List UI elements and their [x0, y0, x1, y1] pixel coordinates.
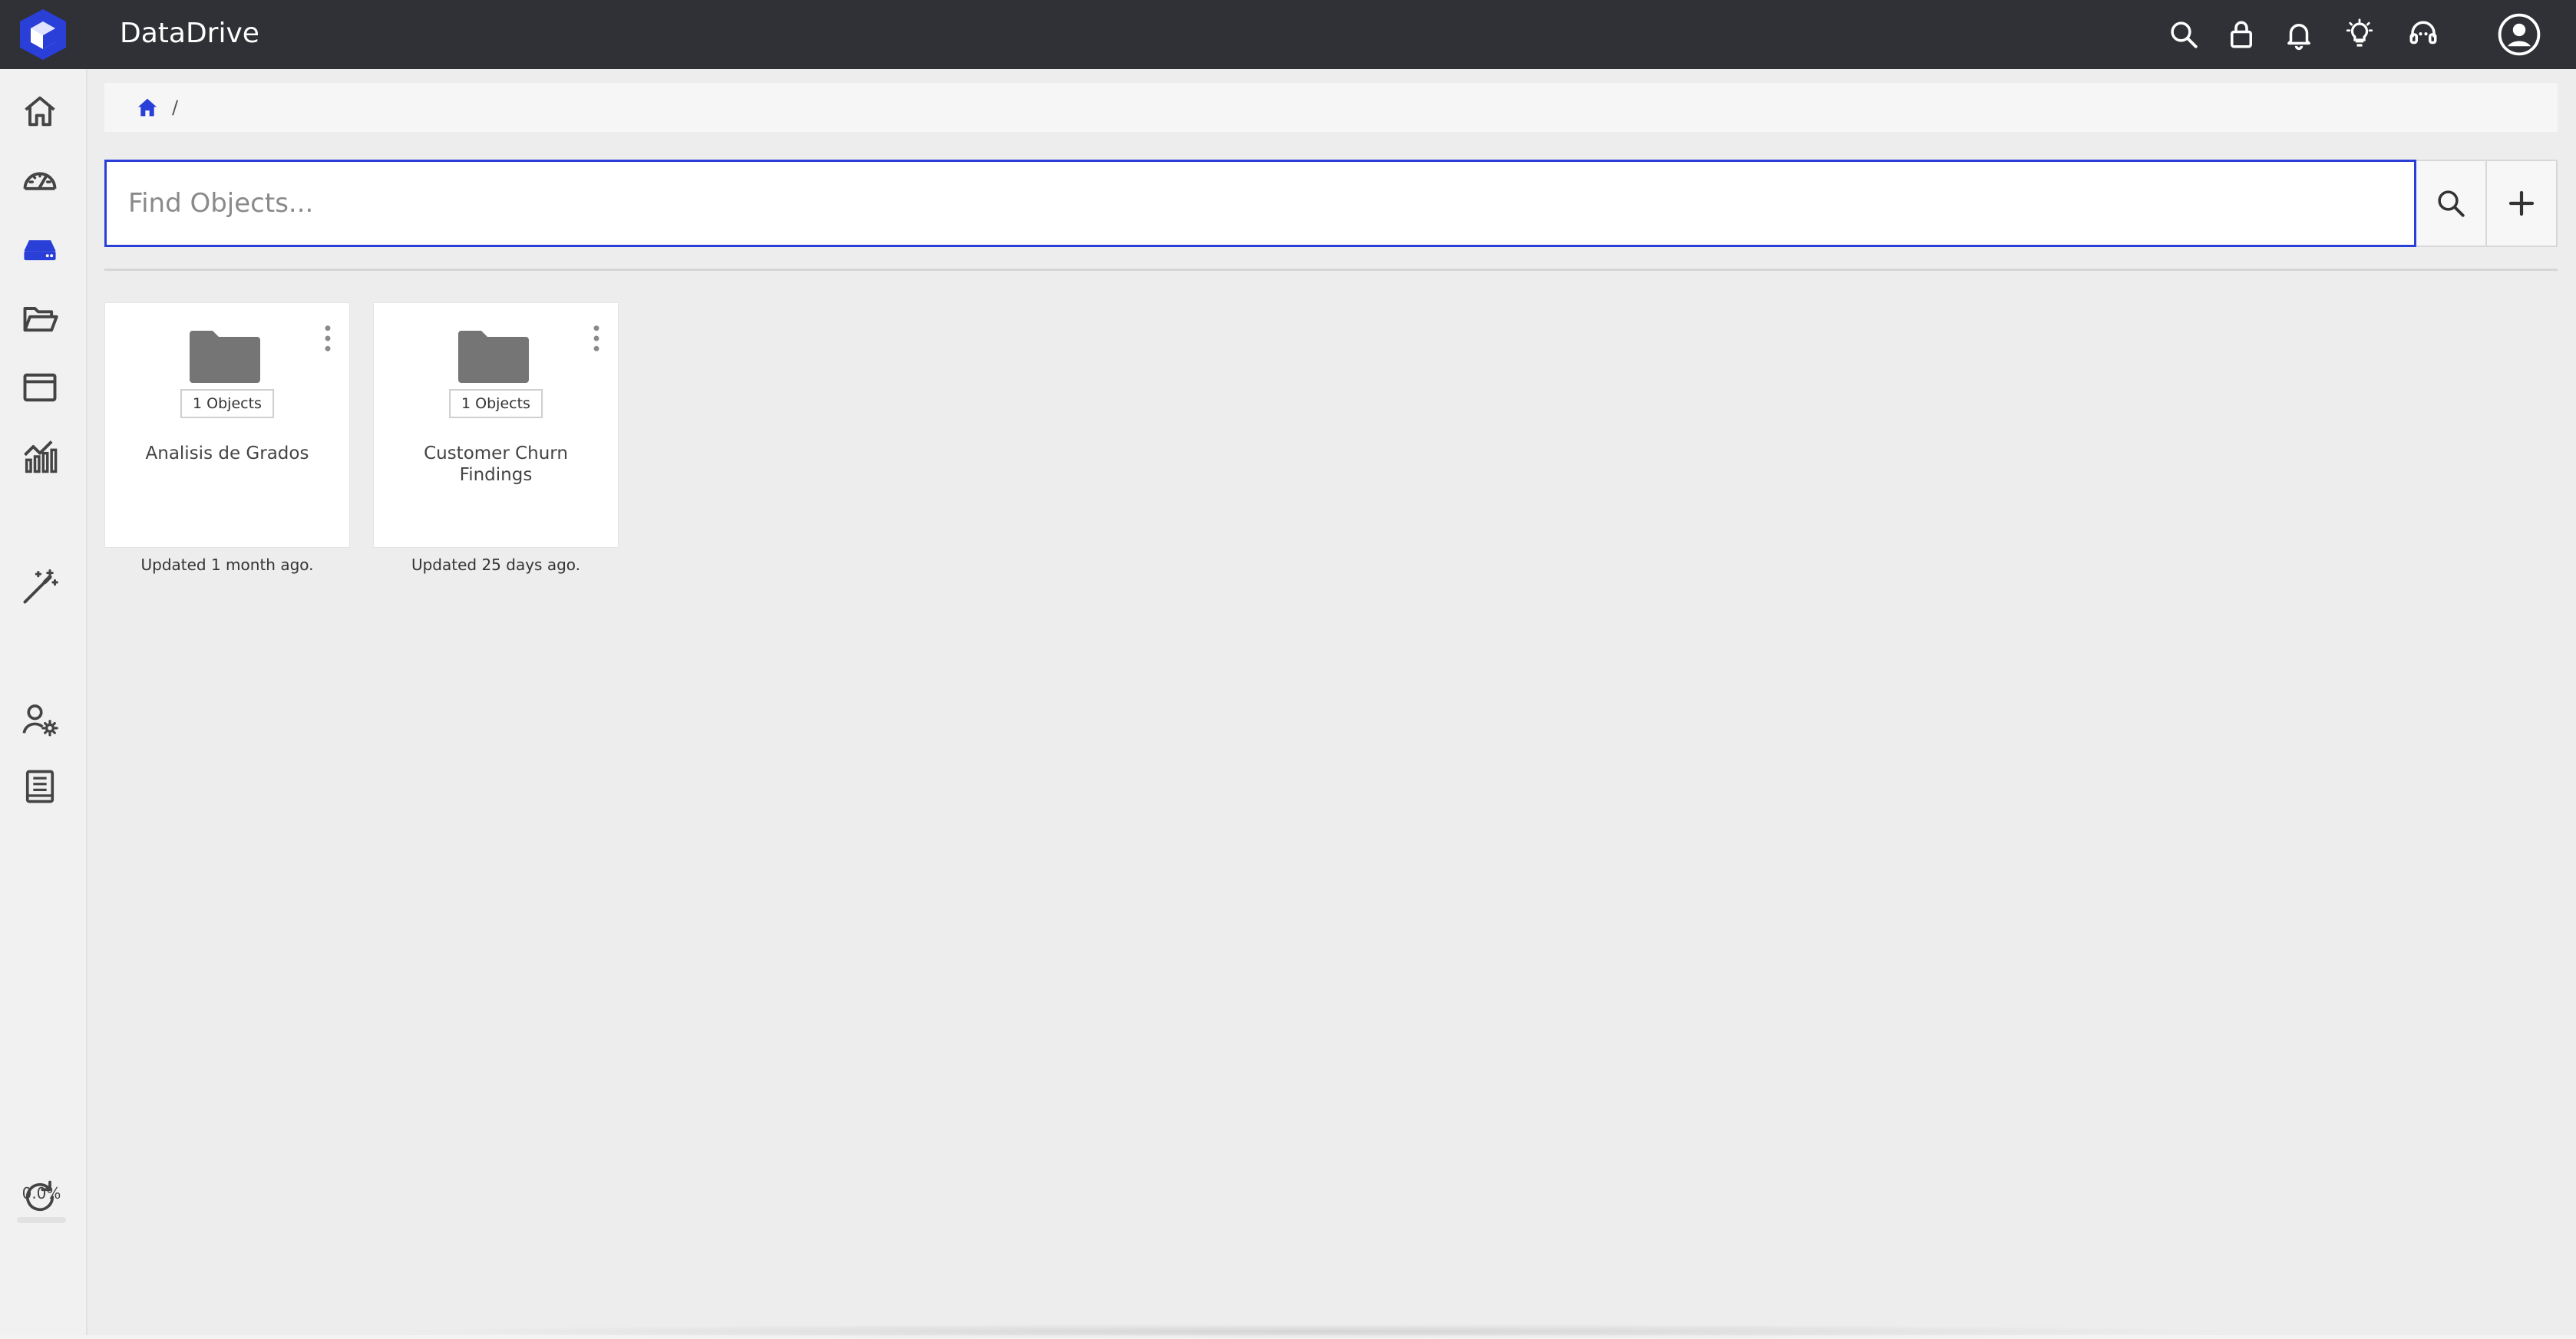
search-icon: [2438, 190, 2465, 217]
search-button[interactable]: [2416, 160, 2487, 247]
bell-icon[interactable]: [2281, 17, 2317, 52]
window-icon[interactable]: [17, 364, 63, 411]
folder-title: Analisis de Grados: [145, 444, 309, 463]
object-count-badge: 1 Objects: [449, 389, 543, 418]
progress-bar: [17, 1217, 66, 1223]
breadcrumb-separator: /: [172, 97, 179, 118]
folder-icon: [190, 331, 260, 383]
folder-title: Customer Churn Findings: [424, 444, 568, 485]
breadcrumb-home-icon[interactable]: [135, 95, 160, 120]
folder-open-icon[interactable]: [17, 295, 63, 341]
progress-label: 0.0%: [21, 1184, 61, 1202]
bottom-shadow: [379, 1324, 2252, 1339]
folder-updated-label: Updated 1 month ago.: [140, 556, 314, 574]
folder-card[interactable]: 1 Objects Customer Churn Findings: [373, 302, 619, 548]
lightbulb-icon[interactable]: [2342, 17, 2377, 52]
lock-icon[interactable]: [2224, 17, 2259, 52]
dashboard-gauge-icon[interactable]: [17, 157, 63, 203]
support-headset-icon[interactable]: [2406, 17, 2441, 52]
datadrive-logo-icon[interactable]: [17, 8, 69, 61]
main-content: / 1 Objects Analisis de Grados Updated 1…: [88, 69, 2576, 1339]
top-bar: DataDrive: [0, 0, 2576, 69]
folder-updated-label: Updated 25 days ago.: [411, 556, 581, 574]
search-bar: [104, 160, 2558, 247]
folder-icon: [458, 331, 529, 383]
home-icon[interactable]: [17, 88, 63, 134]
app-title: DataDrive: [120, 18, 259, 49]
search-input[interactable]: [104, 160, 2416, 247]
folder-card[interactable]: 1 Objects Analisis de Grados: [104, 302, 350, 548]
more-options-icon[interactable]: [320, 323, 335, 354]
more-options-icon[interactable]: [589, 323, 604, 354]
magic-wand-icon[interactable]: [17, 564, 63, 610]
object-count-badge: 1 Objects: [180, 389, 274, 418]
search-icon[interactable]: [2166, 17, 2201, 52]
breadcrumb: /: [104, 83, 2558, 132]
analytics-chart-icon[interactable]: [17, 434, 63, 480]
divider: [104, 269, 2558, 271]
drive-icon[interactable]: [17, 226, 63, 272]
plus-icon: [2508, 190, 2535, 216]
add-object-button[interactable]: [2487, 160, 2558, 247]
account-icon[interactable]: [2496, 12, 2542, 58]
user-settings-icon[interactable]: [17, 697, 63, 743]
book-icon[interactable]: [17, 763, 63, 810]
